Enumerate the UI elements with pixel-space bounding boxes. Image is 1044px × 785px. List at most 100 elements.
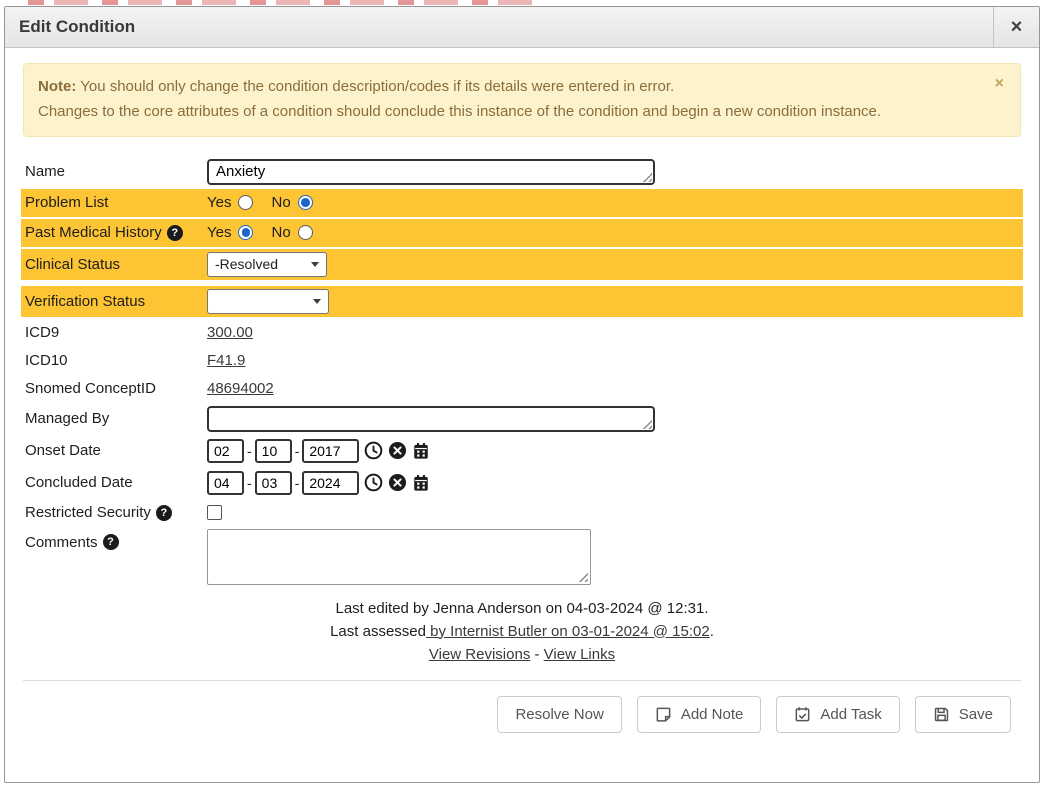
concluded-month-input[interactable] [207,471,244,495]
note-line1: You should only change the condition des… [80,78,674,95]
verification-status-label: Verification Status [25,293,207,310]
form-row-onset-date: Onset Date - - [21,435,1023,467]
help-question-icon[interactable]: ? [167,225,183,241]
concluded-day-input[interactable] [255,471,292,495]
add-task-label: Add Task [820,706,881,723]
managed-by-input[interactable] [207,406,655,432]
edit-condition-modal: Edit Condition × Note: You should only c… [4,6,1040,783]
snomed-label: Snomed ConceptID [25,380,207,397]
revision-links-line: View Revisions - View Links [21,643,1023,666]
concluded-date-label: Concluded Date [25,474,207,491]
verification-status-select[interactable] [207,289,329,314]
help-question-icon[interactable]: ? [103,534,119,550]
last-assessed-link[interactable]: by Internist Butler on 03-01-2024 @ 15:0… [426,623,710,640]
restricted-security-label-text: Restricted Security [25,504,151,521]
note-bold: Note: [38,78,76,95]
audit-info: Last edited by Jenna Anderson on 04-03-2… [21,597,1023,666]
past-medical-history-yes-radio[interactable] [238,225,253,240]
modal-body: Note: You should only change the conditi… [5,48,1039,782]
resolve-now-button[interactable]: Resolve Now [497,696,621,733]
note-icon [655,706,672,723]
onset-date-label: Onset Date [25,442,207,459]
snomed-code-link[interactable]: 48694002 [207,380,274,397]
last-assessed-prefix: Last assessed [330,623,426,640]
date-separator: - [247,443,252,459]
date-separator: - [295,443,300,459]
form-row-icd10: ICD10 F41.9 [21,347,1023,375]
date-separator: - [247,475,252,491]
onset-year-input[interactable] [302,439,359,463]
onset-clock-icon[interactable] [364,441,383,460]
pmh-yes-label: Yes [207,224,231,241]
form-row-concluded-date: Concluded Date - - [21,467,1023,499]
links-separator: - [530,646,543,663]
past-medical-history-no-radio[interactable] [298,225,313,240]
icd10-code-link[interactable]: F41.9 [207,352,245,369]
date-separator: - [295,475,300,491]
icd9-code-link[interactable]: 300.00 [207,324,253,341]
form-row-managed-by: Managed By [21,403,1023,435]
note-text: Note: You should only change the conditi… [38,75,993,125]
view-links-link[interactable]: View Links [544,646,615,663]
onset-clear-date-icon[interactable] [388,441,407,460]
icd10-label: ICD10 [25,352,207,369]
clinical-status-value: -Resolved [215,256,303,272]
onset-month-input[interactable] [207,439,244,463]
add-task-button[interactable]: Add Task [776,696,899,733]
problem-list-no-radio[interactable] [298,195,313,210]
comments-label-text: Comments [25,534,98,551]
form-row-restricted-security: Restricted Security ? [21,499,1023,527]
form-row-verification-status: Verification Status [21,286,1023,317]
icd9-label: ICD9 [25,324,207,341]
problem-list-no-label: No [271,194,290,211]
modal-header: Edit Condition × [5,7,1039,48]
concluded-year-input[interactable] [302,471,359,495]
chevron-down-icon [311,262,319,267]
problem-list-yes-label: Yes [207,194,231,211]
name-input[interactable] [207,159,655,185]
view-revisions-link[interactable]: View Revisions [429,646,530,663]
comments-textarea[interactable] [207,529,591,585]
modal-footer: Resolve Now Add Note Add Task [21,681,1023,733]
clinical-status-select[interactable]: -Resolved [207,252,327,277]
condition-form: Name Problem List Yes No [21,155,1023,587]
concluded-clear-date-icon[interactable] [388,473,407,492]
clinical-status-label: Clinical Status [25,256,207,273]
form-row-problem-list: Problem List Yes No [21,189,1023,217]
problem-list-yes-radio[interactable] [238,195,253,210]
close-icon[interactable]: × [993,7,1039,47]
onset-day-input[interactable] [255,439,292,463]
last-assessed-period: . [710,623,714,640]
form-row-comments: Comments ? [21,527,1023,587]
save-label: Save [959,706,993,723]
restricted-security-checkbox[interactable] [207,505,222,520]
add-note-button[interactable]: Add Note [637,696,762,733]
onset-calendar-icon[interactable] [412,442,430,460]
form-row-snomed: Snomed ConceptID 48694002 [21,375,1023,403]
form-row-icd9: ICD9 300.00 [21,319,1023,347]
help-question-icon[interactable]: ? [156,505,172,521]
note-line2: Changes to the core attributes of a cond… [38,103,881,120]
past-medical-history-label-text: Past Medical History [25,224,162,241]
note-dismiss-icon[interactable]: × [993,75,1006,93]
calendar-check-icon [794,706,811,723]
form-row-past-medical-history: Past Medical History ? Yes No [21,219,1023,247]
problem-list-label: Problem List [25,194,207,211]
past-medical-history-label: Past Medical History ? [25,224,207,241]
last-edited-text: Last edited by Jenna Anderson on 04-03-2… [21,597,1023,620]
note-banner: Note: You should only change the conditi… [23,63,1021,137]
managed-by-label: Managed By [25,410,207,427]
occluded-page-text [28,0,538,5]
add-note-label: Add Note [681,706,744,723]
page-background: Edit Condition × Note: You should only c… [0,0,1044,785]
name-label: Name [25,163,207,180]
modal-title: Edit Condition [5,7,993,47]
resolve-now-label: Resolve Now [515,706,603,723]
comments-label: Comments ? [25,529,207,551]
pmh-no-label: No [271,224,290,241]
save-button[interactable]: Save [915,696,1011,733]
form-row-name: Name [21,155,1023,189]
chevron-down-icon [313,299,321,304]
concluded-calendar-icon[interactable] [412,474,430,492]
concluded-clock-icon[interactable] [364,473,383,492]
